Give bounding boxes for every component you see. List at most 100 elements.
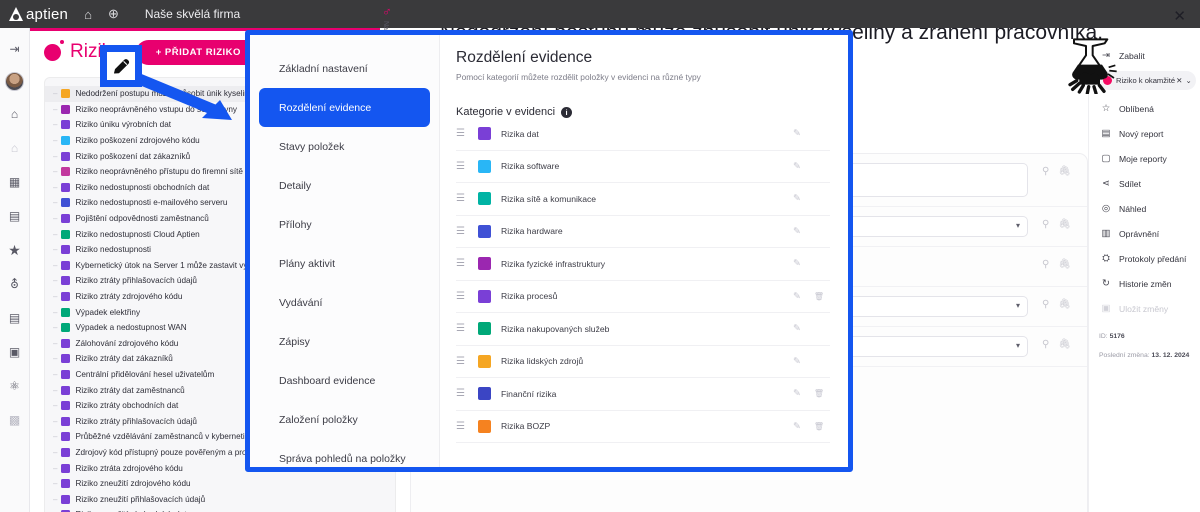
network-icon[interactable]: ⚛ bbox=[4, 375, 26, 397]
record-id-label: ID: bbox=[1099, 333, 1108, 340]
category-row[interactable]: ☰ Rizika hardware ✎ bbox=[456, 216, 830, 248]
risk-list-item[interactable]: –Riziko zneužití obchodních dat bbox=[45, 507, 395, 512]
clipboard-icon[interactable]: ▤ bbox=[4, 205, 26, 227]
brand[interactable]: aptien bbox=[8, 6, 68, 23]
pin-icon[interactable]: ⚲ bbox=[1042, 259, 1049, 270]
bell-icon[interactable]: ⌂ bbox=[4, 137, 26, 159]
drag-handle-icon[interactable]: ☰ bbox=[456, 421, 478, 432]
drag-handle-icon[interactable]: ☰ bbox=[456, 323, 478, 334]
category-row[interactable]: ☰ Rizika fyzické infrastruktury ✎ bbox=[456, 248, 830, 281]
modal-nav-item[interactable]: Rozdělení evidence bbox=[259, 88, 430, 127]
drag-handle-icon[interactable]: ☰ bbox=[456, 356, 478, 367]
category-row[interactable]: ☰ Rizika BOZP ✎ 🗑 bbox=[456, 411, 830, 443]
tasks-icon[interactable]: ▣ bbox=[4, 341, 26, 363]
edit-icon[interactable]: ✎ bbox=[786, 291, 808, 302]
modal-nav-item[interactable]: Přílohy bbox=[259, 205, 430, 244]
modal-nav-item[interactable]: Správa pohledů na položky bbox=[259, 439, 430, 467]
edit-icon[interactable]: ✎ bbox=[786, 128, 808, 139]
info-icon[interactable]: i bbox=[561, 106, 573, 118]
category-label: Rizika sítě a komunikace bbox=[501, 193, 597, 204]
chevron-down-icon[interactable]: ⌄ bbox=[1185, 76, 1191, 85]
edit-icon[interactable]: ✎ bbox=[786, 193, 808, 204]
delete-icon[interactable]: 🗑 bbox=[808, 292, 830, 301]
close-icon[interactable]: ✕ bbox=[1173, 7, 1186, 25]
plus-circle-icon[interactable]: ⊕ bbox=[108, 6, 119, 22]
category-row[interactable]: ☰ Finanční rizika ✎ 🗑 bbox=[456, 378, 830, 411]
pin-icon[interactable]: ⚲ bbox=[1042, 219, 1049, 230]
delete-icon[interactable]: 🗑 bbox=[808, 422, 830, 431]
action-historie-zmen[interactable]: ↻ Historie změn bbox=[1099, 271, 1200, 296]
modal-nav-item[interactable]: Stavy položek bbox=[259, 127, 430, 166]
action-sdilet[interactable]: ⋖ Sdílet bbox=[1099, 171, 1200, 196]
edit-icon[interactable]: ✎ bbox=[786, 421, 808, 432]
star-icon[interactable]: ★ bbox=[4, 239, 26, 261]
tree-dash-icon: – bbox=[53, 323, 58, 333]
clear-icon[interactable]: ✕ bbox=[1176, 76, 1182, 85]
attachment-icon[interactable]: 🖇 bbox=[1058, 339, 1071, 350]
app-root: aptien ⌂ ⊕ Naše skvělá firma ⇥ ⌂ ⌂ ▦ ▤ ★… bbox=[0, 0, 1200, 512]
drag-handle-icon[interactable]: ☰ bbox=[456, 193, 478, 204]
action-oblibena[interactable]: ☆ Oblíbená bbox=[1099, 96, 1200, 121]
home-icon[interactable]: ⌂ bbox=[4, 103, 26, 125]
action-novy-report[interactable]: ▤ Nový report bbox=[1099, 121, 1200, 146]
report-icon[interactable]: ▤ bbox=[4, 307, 26, 329]
action-moje-reporty[interactable]: ▢ Moje reporty bbox=[1099, 146, 1200, 171]
collapse-icon[interactable]: ⇥ bbox=[4, 38, 26, 60]
action-protokoly-predani[interactable]: ⛭ Protokoly předání bbox=[1099, 246, 1200, 271]
modal-nav-item[interactable]: Vydávání bbox=[259, 283, 430, 322]
top-bar: aptien ⌂ ⊕ Naše skvělá firma bbox=[0, 0, 1200, 28]
risk-label: Kybernetický útok na Server 1 může zasta… bbox=[75, 260, 264, 270]
edit-icon[interactable]: ✎ bbox=[786, 388, 808, 399]
action-nahled[interactable]: ◎ Náhled bbox=[1099, 196, 1200, 221]
attachment-icon[interactable]: 🖇 bbox=[1058, 299, 1071, 310]
edit-icon[interactable]: ✎ bbox=[786, 356, 808, 367]
edit-icon[interactable]: ✎ bbox=[786, 161, 808, 172]
modal-nav-item[interactable]: Detaily bbox=[259, 166, 430, 205]
attachment-icon[interactable]: 🖇 bbox=[1058, 219, 1071, 230]
drag-handle-icon[interactable]: ☰ bbox=[456, 226, 478, 237]
home-icon[interactable]: ⌂ bbox=[84, 7, 92, 22]
modal-nav-item[interactable]: Založení položky bbox=[259, 400, 430, 439]
calendar-icon[interactable]: ▦ bbox=[4, 171, 26, 193]
grid-icon[interactable]: ▩ bbox=[4, 409, 26, 431]
category-row[interactable]: ☰ Rizika lidských zdrojů ✎ bbox=[456, 346, 830, 378]
drag-handle-icon[interactable]: ☰ bbox=[456, 161, 478, 172]
drag-handle-icon[interactable]: ☰ bbox=[456, 258, 478, 269]
edit-icon[interactable]: ✎ bbox=[786, 323, 808, 334]
category-icon bbox=[478, 224, 491, 238]
modal-nav-item[interactable]: Dashboard evidence bbox=[259, 361, 430, 400]
attachment-icon[interactable]: 🖇 bbox=[1058, 166, 1071, 177]
risk-list-item[interactable]: – Riziko zneužití zdrojového kódu bbox=[45, 476, 395, 492]
delete-icon[interactable]: 🗑 bbox=[808, 389, 830, 398]
action-ulozit-zmeny[interactable]: ▣ Uložit změny bbox=[1099, 296, 1200, 321]
pin-icon[interactable]: ⚲ bbox=[1042, 299, 1049, 310]
action-label: Sdílet bbox=[1119, 178, 1141, 189]
dog-icon[interactable]: ⛢ bbox=[4, 273, 26, 295]
drag-handle-icon[interactable]: ☰ bbox=[456, 291, 478, 302]
edit-icon[interactable]: ✎ bbox=[786, 258, 808, 269]
pin-icon[interactable]: ⚲ bbox=[1042, 339, 1049, 350]
risk-category-icon bbox=[61, 354, 71, 364]
modal-nav-item[interactable]: Zápisy bbox=[259, 322, 430, 361]
category-row[interactable]: ☰ Rizika dat ✎ bbox=[456, 118, 830, 151]
category-row[interactable]: ☰ Rizika nakupovaných služeb ✎ bbox=[456, 313, 830, 346]
modal-nav-label: Přílohy bbox=[279, 218, 312, 231]
pin-icon[interactable]: ⚲ bbox=[1042, 166, 1049, 177]
attachment-icon[interactable]: 🖇 bbox=[1058, 259, 1071, 270]
drag-handle-icon[interactable]: ☰ bbox=[456, 388, 478, 399]
category-row[interactable]: ☰ Rizika procesů ✎ 🗑 bbox=[456, 281, 830, 313]
modal-nav-item[interactable]: Plány aktivit bbox=[259, 244, 430, 283]
category-row[interactable]: ☰ Rizika software ✎ bbox=[456, 151, 830, 183]
drag-handle-icon[interactable]: ☰ bbox=[456, 128, 478, 139]
risk-list-item[interactable]: – Riziko zneužití přihlašovacích údajů bbox=[45, 491, 395, 507]
avatar[interactable] bbox=[5, 72, 24, 91]
add-risk-button[interactable]: + PŘIDAT RIZIKO bbox=[135, 39, 261, 65]
category-icon bbox=[478, 387, 491, 401]
modal-nav-item[interactable]: Základní nastavení bbox=[259, 49, 430, 88]
risk-category-icon bbox=[61, 292, 71, 302]
document-icon: ▢ bbox=[1101, 153, 1111, 164]
risk-category-icon bbox=[61, 323, 71, 333]
edit-icon[interactable]: ✎ bbox=[786, 226, 808, 237]
action-opravneni[interactable]: ▥ Oprávnění bbox=[1099, 221, 1200, 246]
category-row[interactable]: ☰ Rizika sítě a komunikace ✎ bbox=[456, 183, 830, 216]
